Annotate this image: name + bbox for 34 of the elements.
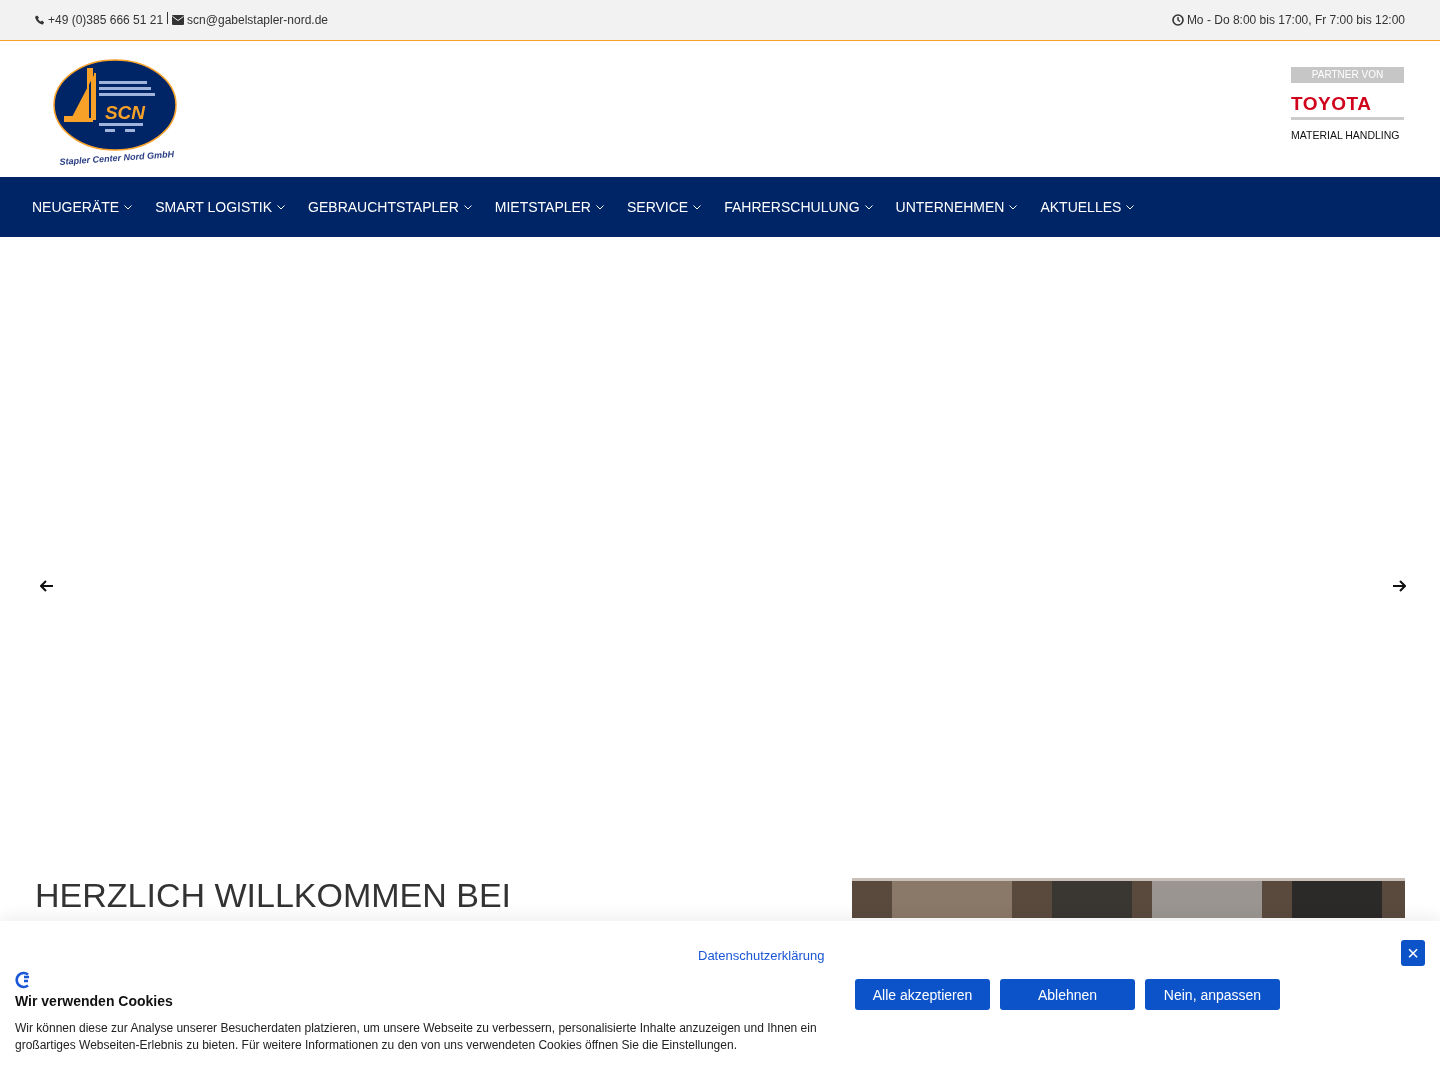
nav-item[interactable]: UNTERNEHMEN xyxy=(895,199,1018,215)
clock-icon xyxy=(1171,14,1184,26)
cookie-logo-icon xyxy=(15,971,31,989)
email-link[interactable]: scn@gabelstapler-nord.de xyxy=(172,13,329,27)
nav-item[interactable]: GEBRAUCHTSTAPLER xyxy=(308,199,472,215)
decline-button[interactable]: Ablehnen xyxy=(1000,979,1135,1010)
chevron-down-icon xyxy=(864,204,873,210)
nav-item[interactable]: FAHRERSCHULUNG xyxy=(724,199,873,215)
previous-arrow-icon[interactable] xyxy=(40,580,54,592)
nav-item[interactable]: SMART LOGISTIK xyxy=(155,199,286,215)
chevron-down-icon xyxy=(1126,204,1135,210)
chevron-down-icon xyxy=(463,204,472,210)
partner-logo: PARTNER VON TOYOTA MATERIAL HANDLING xyxy=(1291,67,1404,141)
chevron-down-icon xyxy=(277,204,286,210)
chevron-down-icon xyxy=(1009,204,1018,210)
accept-all-button[interactable]: Alle akzeptieren xyxy=(855,979,990,1010)
chevron-down-icon xyxy=(595,204,604,210)
chevron-down-icon xyxy=(693,204,702,210)
cookie-title: Wir verwenden Cookies xyxy=(15,993,174,1009)
next-arrow-icon[interactable] xyxy=(1392,580,1406,592)
customize-button[interactable]: Nein, anpassen xyxy=(1145,979,1280,1010)
chevron-down-icon xyxy=(124,204,133,210)
nav-item[interactable]: AKTUELLES xyxy=(1040,199,1135,215)
close-button[interactable]: × xyxy=(1401,940,1425,966)
cookie-text: Wir können diese zur Analyse unserer Besucherdaten platzieren, um unsere Webseite zu verbessern, personalisierte Inhalte anzuzeigen und Ihnen ein großartiges Webseiten-Erlebnis zu bieten. Für weitere Informationen zu den von uns verwendeten Cookies öffnen Sie die Einstellungen. xyxy=(15,1020,818,1054)
phone-number[interactable]: +49 (0)385 666 51 21 xyxy=(35,13,164,27)
nav-item[interactable]: NEUGERÄTE xyxy=(32,199,133,215)
opening-hours: Mo - Do 8:00 bis 17:00, Fr 7:00 bis 12:00 xyxy=(1171,13,1405,27)
nav-item[interactable]: MIETSTAPLER xyxy=(494,199,604,215)
envelope-icon xyxy=(172,15,185,25)
nav-item[interactable]: SERVICE xyxy=(626,199,702,215)
phone-icon xyxy=(35,15,45,25)
welcome-heading: HERZLICH WILLKOMMEN BEI xyxy=(35,875,512,916)
privacy-link[interactable]: Datenschutzerklärung xyxy=(698,948,825,963)
